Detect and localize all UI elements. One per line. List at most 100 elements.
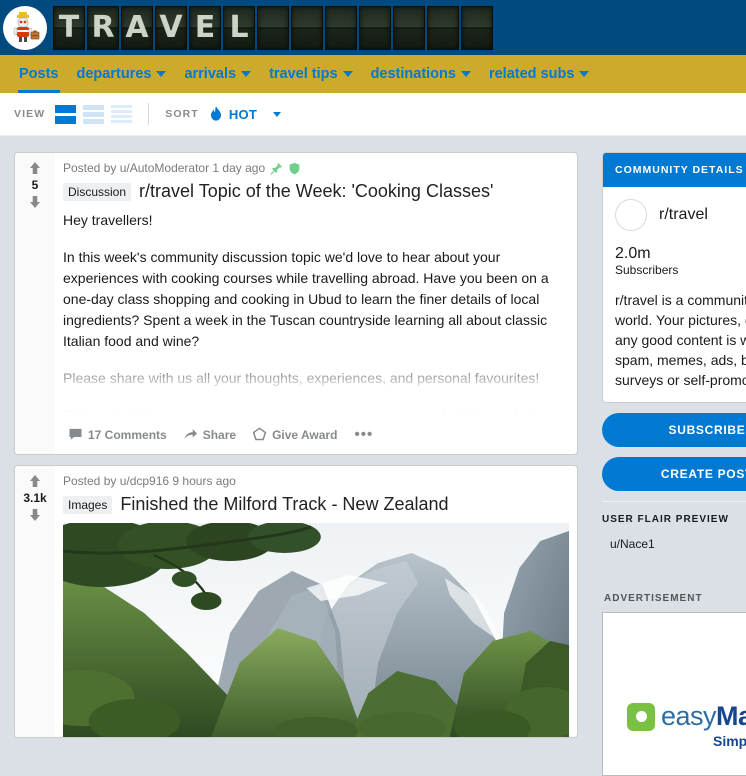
chevron-down-icon [273, 111, 282, 117]
subscriber-label: Subscribers [615, 263, 679, 277]
award-icon [252, 427, 267, 441]
nav-item-label: Posts [19, 66, 59, 82]
nav-item-posts[interactable]: Posts [10, 55, 68, 93]
post-author-line[interactable]: Posted by u/dcp916 9 hours ago [63, 474, 236, 488]
post-card[interactable]: 5 Posted by u/AutoModerator 1 day ago Di… [14, 152, 578, 455]
description-line: any good content is we [615, 332, 746, 348]
subreddit-avatar-icon[interactable] [3, 5, 47, 50]
subreddit-nav: Posts departures arrivals travel tips destin… [0, 55, 746, 93]
archive-suffix: for future reference. [437, 407, 565, 415]
nav-item-arrivals[interactable]: arrivals [175, 55, 260, 93]
downvote-button[interactable] [28, 508, 42, 522]
flap-tile: V [155, 5, 187, 50]
subscribe-button[interactable]: SUBSCRIBE [602, 413, 746, 447]
feed-toolbar: VIEW SORT HOT [0, 93, 746, 136]
post-paragraph: Please share with us all your thoughts, … [63, 370, 540, 386]
community-name[interactable]: r/travel [659, 206, 708, 224]
nav-item-travel-tips[interactable]: travel tips [260, 55, 362, 93]
post-paragraph: Hey travellers! [63, 212, 153, 228]
award-label: Give Award [272, 427, 338, 442]
flap-tile [291, 5, 323, 50]
upvote-button[interactable] [28, 474, 42, 488]
subreddit-banner: TRAVEL [0, 0, 746, 55]
nav-item-related-subs[interactable]: related subs [480, 55, 598, 93]
wiki-topics-link[interactable]: archived on our wiki community topics pa… [166, 407, 437, 415]
upvote-button[interactable] [28, 161, 42, 175]
advertisement-section: ADVERTISEMENT easyMar Simply [602, 593, 746, 776]
create-post-button[interactable]: CREATE POST [602, 457, 746, 491]
post-score: 5 [31, 178, 39, 192]
post-image[interactable] [63, 523, 569, 737]
toolbar-divider [148, 103, 150, 125]
vote-column: 5 [15, 153, 55, 454]
flap-tile [461, 5, 493, 50]
post-title-row: Discussion r/travel Topic of the Week: '… [63, 180, 569, 202]
split-flap-board: TRAVEL [53, 5, 493, 50]
easymarkets-mark-icon [627, 702, 655, 731]
description-line: r/travel is a community [615, 292, 746, 308]
give-award-button[interactable]: Give Award [247, 423, 342, 446]
post-card[interactable]: 3.1k Posted by u/dcp916 9 hours ago Imag… [14, 465, 578, 738]
post-body: Posted by u/dcp916 9 hours ago Images Fi… [55, 466, 577, 737]
nav-item-label: related subs [488, 66, 575, 82]
archive-prefix: This post will be [63, 407, 167, 415]
flap-tile: T [53, 5, 85, 50]
description-line: surveys or self-promoti [615, 372, 746, 388]
post-meta: Posted by u/dcp916 9 hours ago [63, 474, 569, 488]
downvote-button[interactable] [28, 195, 42, 209]
sort-label: SORT [165, 108, 199, 120]
easymarkets-wordmark: easyMar [661, 701, 746, 732]
subscriber-count: 2.0m [615, 245, 651, 262]
chevron-down-icon [342, 71, 353, 77]
share-label: Share [202, 427, 237, 442]
card-view-button[interactable] [55, 104, 77, 124]
compact-view-button[interactable] [111, 104, 133, 124]
page-content: 5 Posted by u/AutoModerator 1 day ago Di… [0, 136, 746, 776]
community-details-card: COMMUNITY DETAILS r/travel 2.0m Subscrib… [602, 152, 746, 403]
post-title-row: Images Finished the Milford Track - New … [63, 493, 569, 515]
nav-item-departures[interactable]: departures [68, 55, 176, 93]
chevron-down-icon [579, 71, 590, 77]
post-text-preview: Hey travellers! In this week's community… [63, 210, 569, 415]
classic-view-button[interactable] [83, 104, 105, 124]
post-feed: 5 Posted by u/AutoModerator 1 day ago Di… [14, 152, 578, 748]
community-identity: r/travel [615, 199, 746, 231]
flap-tile: L [223, 5, 255, 50]
community-details-body: r/travel 2.0m Subscribers r/travel is a … [603, 187, 746, 402]
flap-tile: A [121, 5, 153, 50]
sidebar: COMMUNITY DETAILS r/travel 2.0m Subscrib… [602, 152, 746, 776]
brand-easy: easy [661, 701, 717, 731]
easymarkets-logo: easyMar [627, 701, 746, 732]
user-flair-value: u/Nace1 [610, 537, 655, 551]
post-author-line[interactable]: Posted by u/AutoModerator 1 day ago [63, 161, 265, 175]
post-title[interactable]: Finished the Milford Track - New Zealand [120, 493, 448, 515]
sort-value: HOT [228, 106, 258, 122]
advertisement-banner[interactable]: easyMar Simply [602, 612, 746, 776]
post-flair[interactable]: Images [63, 496, 113, 514]
post-meta: Posted by u/AutoModerator 1 day ago [63, 161, 569, 175]
advertisement-tagline: Simply [713, 733, 746, 749]
flap-tile: R [87, 5, 119, 50]
flap-tile [325, 5, 357, 50]
comments-label: 17 Comments [88, 427, 167, 442]
post-body: Posted by u/AutoModerator 1 day ago Disc… [55, 153, 577, 454]
post-overflow-menu[interactable]: ••• [348, 426, 379, 443]
post-title[interactable]: r/travel Topic of the Week: 'Cooking Cla… [139, 180, 493, 202]
comment-icon [69, 428, 82, 440]
nav-item-label: travel tips [269, 66, 338, 82]
subscriber-stat: 2.0m Subscribers [615, 245, 746, 277]
view-mode-group [55, 104, 133, 124]
post-flair[interactable]: Discussion [63, 183, 132, 201]
community-avatar-icon [615, 199, 647, 231]
post-actions: 17 Comments Share Give Award ••• [63, 417, 569, 454]
share-button[interactable]: Share [178, 423, 241, 446]
sort-dropdown[interactable]: HOT [209, 106, 282, 122]
comments-button[interactable]: 17 Comments [63, 423, 172, 446]
sidebar-actions: SUBSCRIBE CREATE POST USER FLAIR PREVIEW… [602, 413, 746, 551]
advertisement-label: ADVERTISEMENT [604, 593, 703, 604]
shield-icon [289, 162, 300, 174]
nav-item-destinations[interactable]: destinations [362, 55, 480, 93]
brand-mar: Mar [716, 701, 746, 731]
vote-column: 3.1k [15, 466, 55, 737]
flap-tile [427, 5, 459, 50]
